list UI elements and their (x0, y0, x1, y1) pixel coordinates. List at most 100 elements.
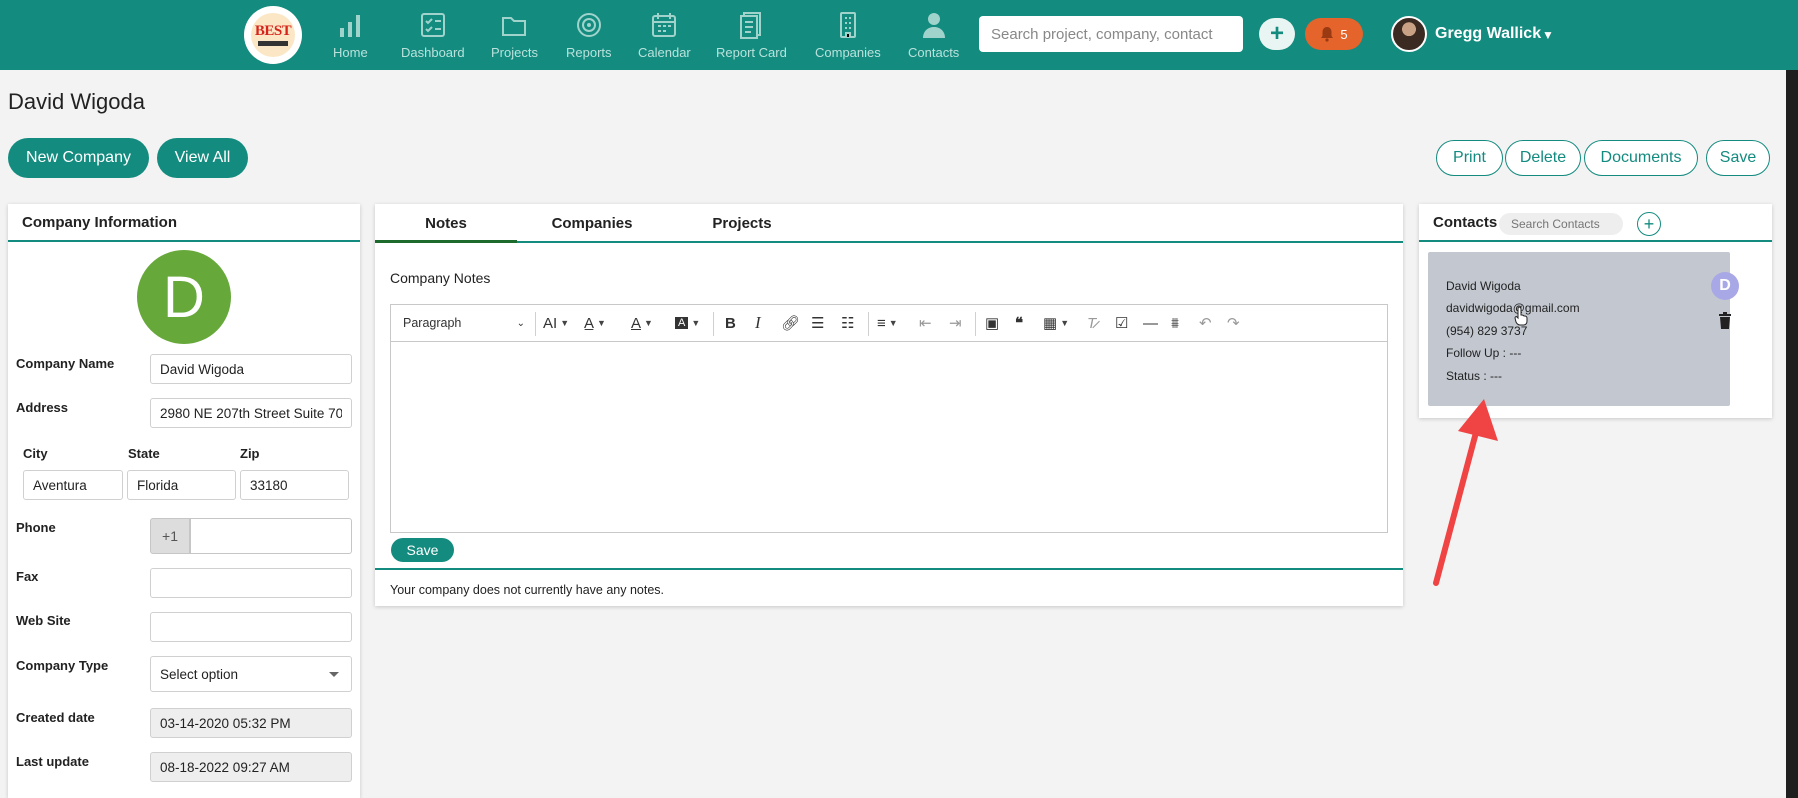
font-color-icon: A (631, 314, 642, 332)
target-icon (576, 13, 601, 37)
company-notes-title: Company Notes (390, 270, 491, 286)
bold-button[interactable]: B (725, 313, 736, 333)
page-break-button[interactable]: ⩩ (1171, 313, 1179, 333)
user-menu-caret-icon[interactable]: ▼ (1542, 28, 1554, 42)
chevron-down-icon: ▼ (597, 318, 606, 328)
alignment-button[interactable]: ≡ ▼ (877, 313, 898, 333)
chevron-down-icon (329, 672, 339, 677)
documents-button[interactable]: Documents (1584, 140, 1698, 176)
fax-field[interactable] (150, 568, 352, 598)
nav-label: Dashboard (401, 45, 465, 60)
last-update-field (150, 752, 352, 782)
nav-reports[interactable]: Reports (566, 10, 612, 60)
numbered-list-button[interactable]: ☷ (841, 313, 854, 333)
italic-icon: I (755, 313, 761, 332)
website-field[interactable] (150, 612, 352, 642)
phone-country-code[interactable]: +1 (150, 518, 190, 554)
company-information-panel: Company Information D Company Name Addre… (8, 204, 360, 798)
nav-dashboard[interactable]: Dashboard (401, 10, 465, 60)
delete-button[interactable]: Delete (1505, 140, 1581, 176)
nav-contacts[interactable]: Contacts (908, 10, 959, 60)
view-all-button[interactable]: View All (157, 138, 248, 178)
user-avatar[interactable] (1391, 16, 1427, 52)
company-name-field[interactable] (150, 354, 352, 384)
fax-label: Fax (16, 569, 39, 584)
paragraph-format-dropdown[interactable]: Paragraph ⌄ (403, 313, 529, 333)
contacts-panel: Contacts + David Wigoda davidwigoda@gmai… (1419, 204, 1772, 418)
contact-search-input[interactable] (1499, 213, 1623, 235)
insert-table-button[interactable]: ▦ ▼ (1043, 313, 1069, 333)
todo-list-button[interactable]: ☑ (1115, 313, 1128, 333)
clear-format-button[interactable]: T̷ (1087, 313, 1096, 333)
nav-projects[interactable]: Projects (491, 10, 538, 60)
add-contact-button[interactable]: + (1637, 212, 1661, 236)
notifications-button[interactable]: 5 (1305, 18, 1363, 50)
save-button[interactable]: Save (1706, 140, 1770, 176)
global-search-input[interactable] (979, 16, 1243, 52)
city-field[interactable] (23, 470, 123, 500)
contact-avatar: D (1711, 272, 1739, 300)
blockquote-button[interactable]: ❝ (1015, 313, 1023, 333)
phone-prefix-text: +1 (162, 528, 178, 544)
address-field[interactable] (150, 398, 352, 428)
hand-cursor-icon (1514, 306, 1528, 326)
nav-home[interactable]: Home (333, 10, 368, 60)
contact-phone[interactable]: (954) 829 3737 (1446, 324, 1527, 338)
window-edge (1786, 70, 1798, 798)
quote-icon: ❝ (1015, 315, 1024, 332)
bell-icon (1321, 27, 1334, 42)
state-field[interactable] (127, 470, 236, 500)
user-name[interactable]: Gregg Wallick (1435, 25, 1541, 43)
created-date-field (150, 708, 352, 738)
undo-button[interactable]: ↶ (1199, 313, 1212, 333)
tab-notes[interactable]: Notes (375, 204, 517, 243)
print-button[interactable]: Print (1436, 140, 1503, 176)
page-break-icon: ⩩ (1171, 314, 1180, 332)
nav-report-card[interactable]: Report Card (716, 10, 787, 60)
tab-projects[interactable]: Projects (667, 204, 817, 242)
font-family-button[interactable]: A̲ ▼ (584, 313, 606, 333)
checklist-icon: ☑ (1115, 315, 1129, 332)
font-family-icon: A̲ (584, 314, 595, 332)
contact-email[interactable]: davidwigoda@gmail.com (1446, 301, 1580, 315)
website-label: Web Site (16, 613, 71, 628)
horizontal-line-button[interactable]: — (1143, 313, 1158, 333)
indent-button[interactable]: ⇥ (949, 313, 962, 333)
nav-label: Calendar (638, 45, 691, 60)
new-company-button[interactable]: New Company (8, 138, 149, 178)
nav-label: Reports (566, 45, 612, 60)
font-size-button[interactable]: AI ▼ (543, 313, 569, 333)
trash-icon[interactable] (1718, 312, 1732, 329)
company-avatar: D (137, 250, 231, 344)
italic-button[interactable]: I (755, 313, 761, 333)
chevron-down-icon: ▼ (888, 318, 898, 328)
editor-content-area[interactable] (391, 342, 1387, 532)
save-note-button[interactable]: Save (391, 538, 454, 562)
insert-image-button[interactable]: ▣ (985, 313, 999, 333)
company-logo[interactable]: BEST (244, 6, 302, 64)
company-type-select[interactable]: Select option (150, 656, 352, 692)
nav-companies[interactable]: Companies (815, 10, 881, 60)
font-color-button[interactable]: A ▼ (631, 313, 653, 333)
outdent-button[interactable]: ⇤ (919, 313, 932, 333)
nav-calendar[interactable]: Calendar (638, 10, 691, 60)
editor-toolbar: Paragraph ⌄ AI ▼ A̲ ▼ A ▼ A ▼ B I 🔗︎ ☰ ☷ ≡ ▼ … (391, 305, 1387, 342)
background-color-button[interactable]: A ▼ (675, 313, 700, 333)
tab-companies[interactable]: Companies (517, 204, 667, 242)
redo-button[interactable]: ↷ (1227, 313, 1240, 333)
chevron-down-icon: ⌄ (516, 317, 525, 329)
link-button[interactable]: 🔗︎ (781, 313, 800, 333)
phone-field[interactable] (190, 518, 352, 554)
bulleted-list-button[interactable]: ☰ (811, 313, 824, 333)
building-icon (839, 12, 856, 38)
zip-field[interactable] (240, 470, 349, 500)
indent-icon: ⇥ (949, 315, 962, 332)
chevron-down-icon: ▼ (560, 318, 570, 328)
contact-status: Status : --- (1446, 369, 1503, 383)
contact-avatar-letter: D (1719, 277, 1731, 294)
add-new-button[interactable]: + (1259, 18, 1295, 50)
chevron-down-icon: ▼ (644, 318, 653, 328)
contact-card[interactable]: David Wigoda davidwigoda@gmail.com (954)… (1428, 252, 1739, 406)
outdent-icon: ⇤ (919, 315, 932, 332)
contact-follow-up: Follow Up : --- (1446, 346, 1522, 360)
